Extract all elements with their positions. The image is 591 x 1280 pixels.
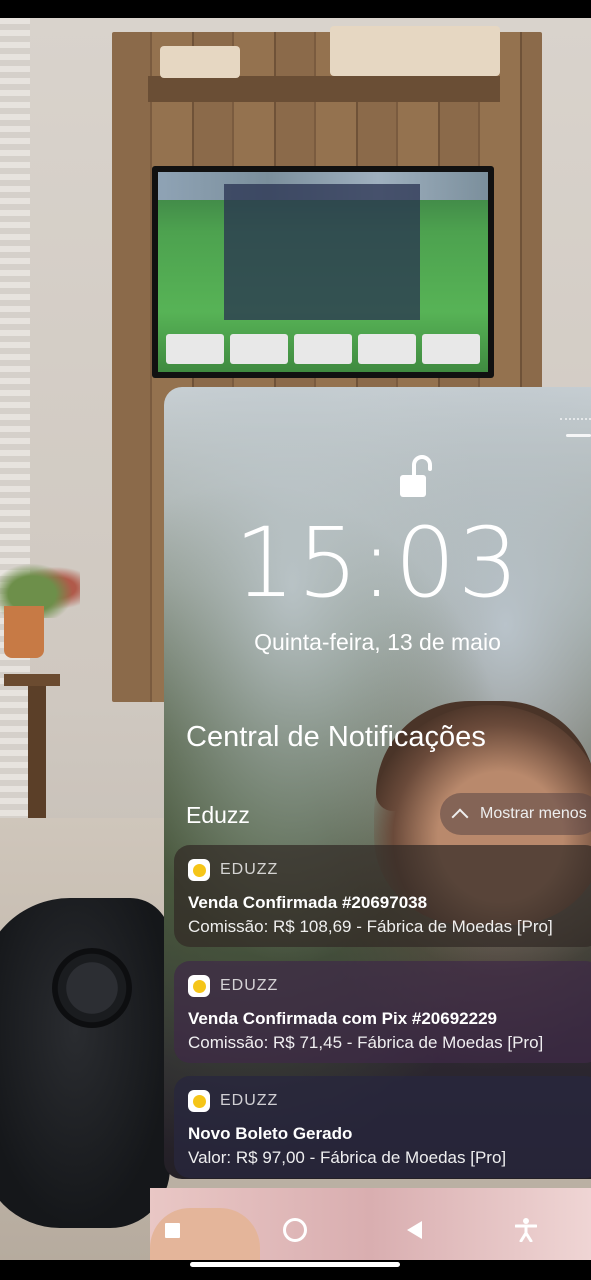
chevron-up-icon xyxy=(451,808,469,826)
lock-screen-date: Quinta-feira, 13 de maio xyxy=(254,629,501,655)
notification-app-name: EDUZZ xyxy=(220,1092,279,1109)
tv-screen xyxy=(158,172,488,372)
plant-pot xyxy=(4,606,44,658)
home-button[interactable] xyxy=(277,1214,313,1246)
notification-group-title: Eduzz xyxy=(186,802,250,828)
notification-body: Comissão: R$ 71,45 - Fábrica de Moedas [… xyxy=(188,1033,544,1052)
notification-app-name: EDUZZ xyxy=(220,977,279,994)
show-less-label: Mostrar menos xyxy=(480,805,587,822)
shelf-decoration xyxy=(160,46,240,78)
back-triangle-icon xyxy=(406,1221,422,1239)
notification-card[interactable]: EDUZZ Novo Boleto Gerado Valor: R$ 97,00… xyxy=(174,1076,591,1178)
notification-center-title: Central de Notificações xyxy=(186,721,486,753)
notification-app-name: EDUZZ xyxy=(220,861,279,878)
television xyxy=(152,166,494,378)
notification-card[interactable]: EDUZZ Venda Confirmada com Pix #20692229… xyxy=(174,961,591,1063)
phone-lock-screen: 15:03 Quinta-feira, 13 de maio Central d… xyxy=(164,387,591,1179)
shelf xyxy=(148,76,500,102)
shelf-decoration xyxy=(330,26,500,76)
notification-title: Venda Confirmada #20697038 xyxy=(188,893,428,912)
navigation-bar xyxy=(0,1200,591,1260)
show-less-button[interactable]: Mostrar menos xyxy=(440,793,591,835)
recent-apps-button[interactable] xyxy=(154,1214,190,1246)
eduzz-app-icon xyxy=(188,859,210,881)
back-button[interactable] xyxy=(396,1214,432,1246)
controller-stick xyxy=(52,948,132,1028)
notification-body: Valor: R$ 97,00 - Fábrica de Moedas [Pro… xyxy=(188,1148,507,1167)
tv-menu-bar xyxy=(166,334,480,364)
unlocked-padlock-icon xyxy=(400,455,432,497)
lock-screen-time: 15:03 xyxy=(234,507,521,619)
eduzz-app-icon xyxy=(188,1090,210,1112)
tv-match-stats-overlay xyxy=(224,184,420,320)
accessibility-button[interactable] xyxy=(508,1214,544,1246)
gesture-pill[interactable] xyxy=(190,1262,400,1267)
square-icon xyxy=(164,1222,180,1238)
notification-card[interactable]: EDUZZ h Venda Confirmada #20697038 Comis… xyxy=(174,845,591,947)
eduzz-app-icon xyxy=(188,975,210,997)
accessibility-icon xyxy=(515,1218,537,1242)
notification-body: Comissão: R$ 108,69 - Fábrica de Moedas … xyxy=(188,917,553,936)
circle-icon xyxy=(283,1218,307,1242)
notification-title: Novo Boleto Gerado xyxy=(188,1124,353,1143)
notification-title: Venda Confirmada com Pix #20692229 xyxy=(188,1009,497,1028)
